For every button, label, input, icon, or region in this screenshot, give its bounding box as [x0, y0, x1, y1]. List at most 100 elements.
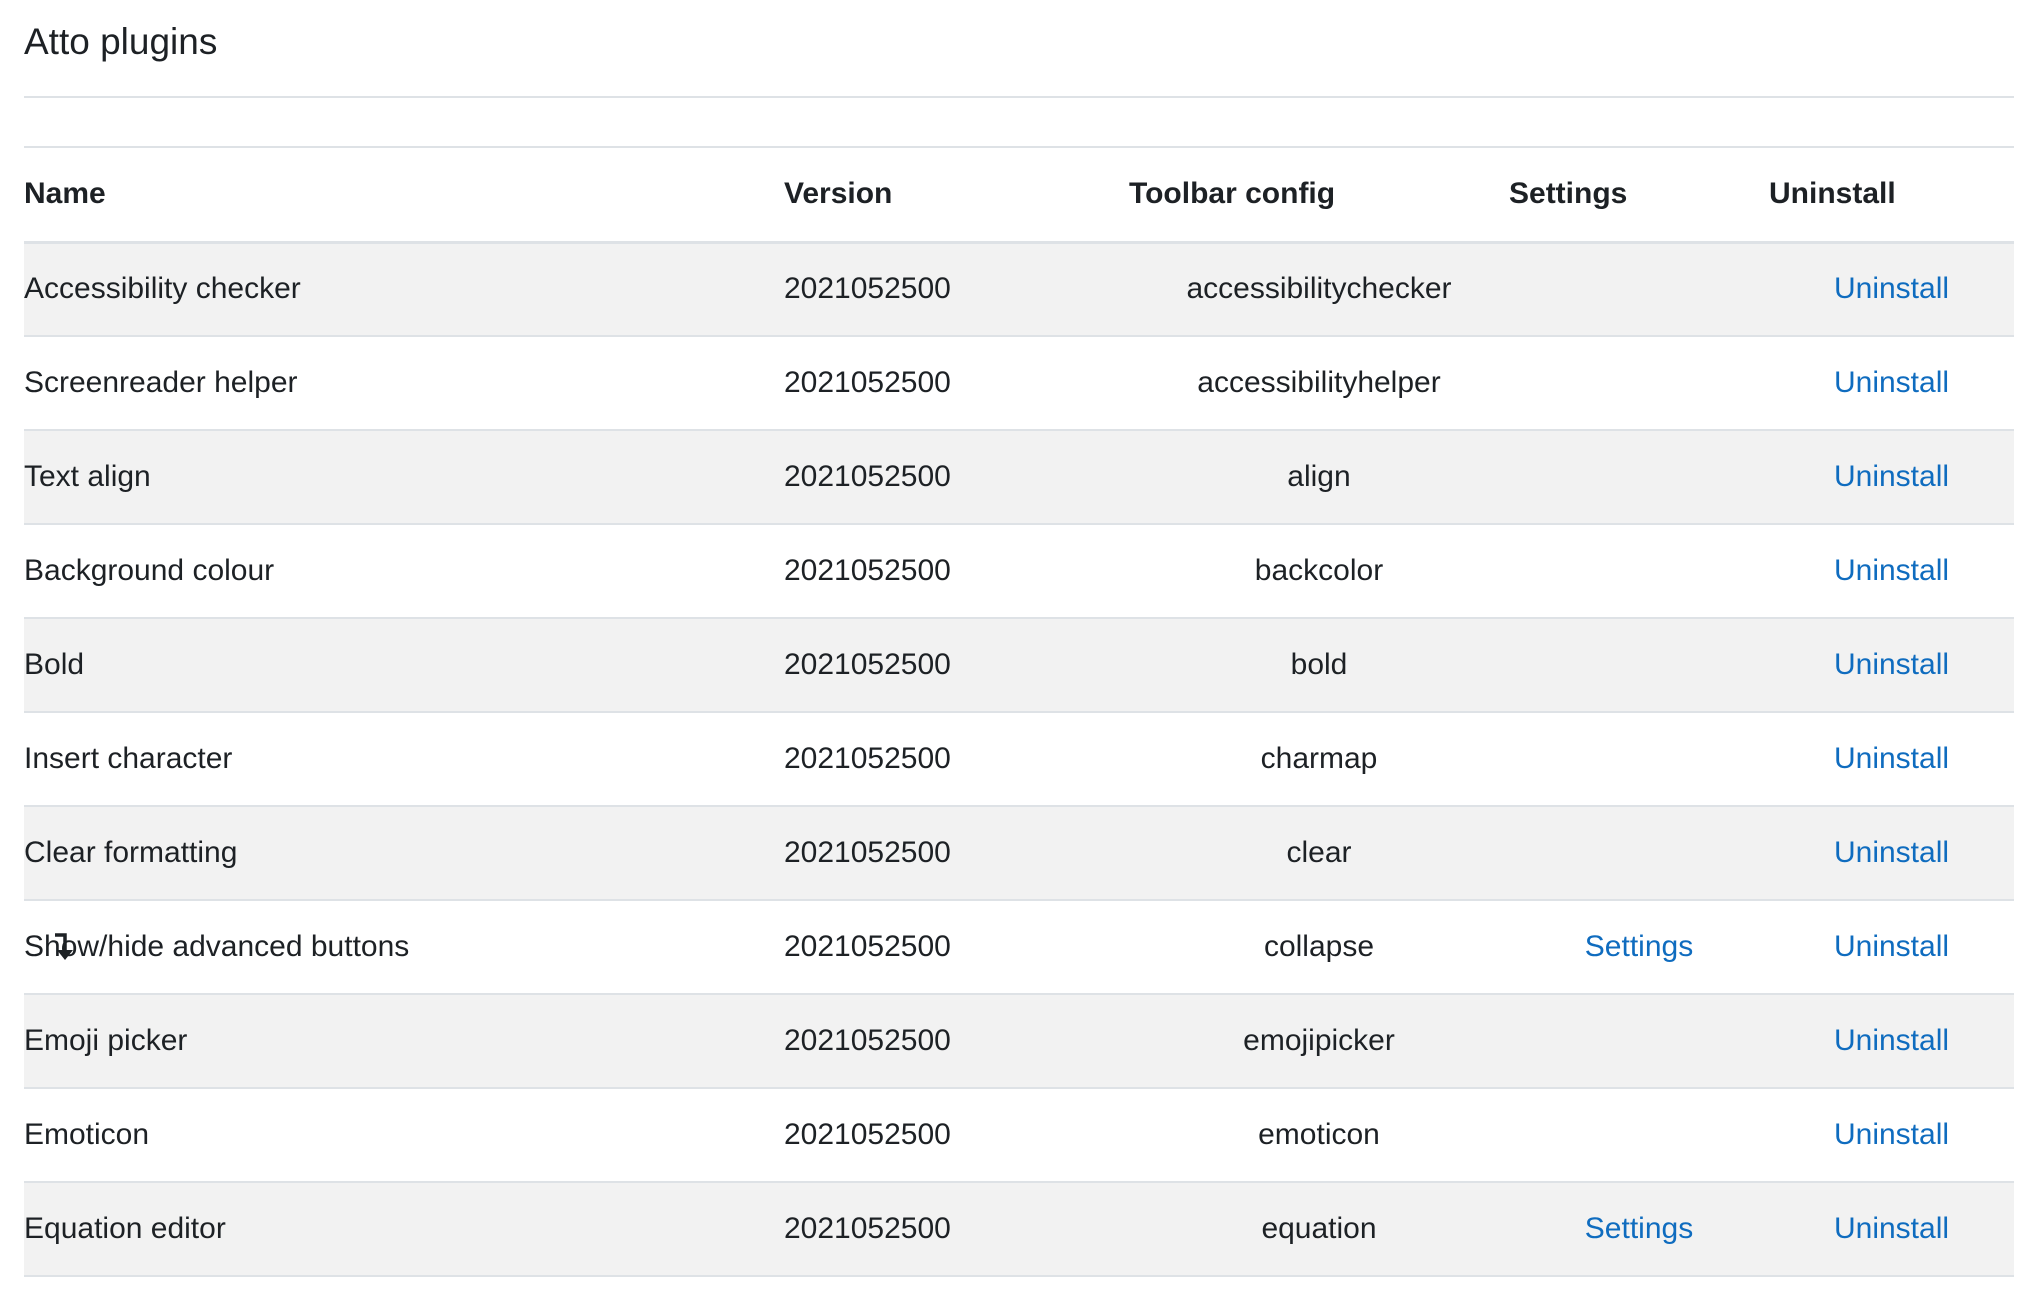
plugin-toolbar-config: accessibilitychecker: [1186, 272, 1452, 306]
plugin-settings-cell: Settings: [1509, 1182, 1769, 1276]
arrow-down-right-icon: [55, 933, 73, 960]
plugin-name: Emoji picker: [24, 1024, 188, 1057]
plugin-name-cell: Text align: [24, 430, 784, 524]
table-row: Screenreader helper 2021052500 accessibi…: [24, 336, 2014, 430]
plugin-version: 2021052500: [784, 836, 951, 869]
plugin-toolbar-config: accessibilityhelper: [1197, 366, 1441, 399]
plugin-settings-cell: [1509, 712, 1769, 806]
table-row: Accessibility checker 2021052500 accessi…: [24, 242, 2014, 336]
plugin-uninstall-cell: Uninstall: [1769, 430, 2014, 524]
column-header-version: Version: [784, 177, 893, 211]
table-row: Equation editor 2021052500 equation Sett…: [24, 1182, 2014, 1276]
plugin-version: 2021052500: [784, 366, 951, 399]
plugin-version: 2021052500: [784, 742, 951, 775]
plugin-name: Show/hide advanced buttons: [24, 930, 410, 963]
plugin-version: 2021052500: [784, 1024, 951, 1057]
uninstall-link[interactable]: Uninstall: [1834, 272, 1949, 305]
plugin-settings-cell: [1509, 994, 1769, 1088]
plugin-settings-cell: Settings: [1509, 900, 1769, 994]
plugin-uninstall-cell: Uninstall: [1769, 712, 2014, 806]
uninstall-link[interactable]: Uninstall: [1834, 460, 1949, 493]
plugin-version: 2021052500: [784, 648, 951, 681]
plugin-name-cell: Background colour: [24, 524, 784, 618]
plugin-toolbar-config: charmap: [1260, 742, 1378, 775]
column-header-settings: Settings: [1509, 177, 1628, 211]
title-divider: [24, 96, 2014, 98]
plugin-toolbar-config: align: [1287, 460, 1351, 493]
plugin-toolbar-config: equation: [1261, 1212, 1377, 1245]
settings-link[interactable]: Settings: [1585, 1212, 1693, 1245]
plugin-toolbar-config: collapse: [1263, 930, 1375, 963]
plugin-uninstall-cell: Uninstall: [1769, 1182, 2014, 1276]
plugin-uninstall-cell: Uninstall: [1769, 336, 2014, 430]
uninstall-link[interactable]: Uninstall: [1834, 1024, 1949, 1057]
plugin-settings-cell: [1509, 430, 1769, 524]
plugin-toolbar-config: clear: [1286, 836, 1352, 869]
table-row: Emoji picker 2021052500 emojipicker Unin…: [24, 994, 2014, 1088]
column-header-toolbar-config: Toolbar config: [1129, 177, 1336, 211]
plugin-name: Text align: [24, 460, 151, 493]
uninstall-link[interactable]: Uninstall: [1834, 366, 1949, 399]
uninstall-link[interactable]: Uninstall: [1834, 1212, 1949, 1245]
plugin-toolbar-config: bold: [1290, 648, 1348, 681]
plugin-toolbar-config: backcolor: [1254, 554, 1384, 587]
plugin-name: Emoticon: [24, 1118, 150, 1151]
plugin-uninstall-cell: Uninstall: [1769, 1088, 2014, 1182]
plugin-uninstall-cell: Uninstall: [1769, 994, 2014, 1088]
table-row: Insert character 2021052500 charmap Unin…: [24, 712, 2014, 806]
plugin-settings-cell: [1509, 336, 1769, 430]
plugin-settings-cell: [1509, 618, 1769, 712]
plugin-name-cell: Screenreader helper: [24, 336, 784, 430]
plugin-name-cell: Bold: [24, 618, 784, 712]
plugin-name: Screenreader helper: [24, 366, 298, 399]
uninstall-link[interactable]: Uninstall: [1834, 554, 1949, 587]
plugin-settings-cell: [1509, 242, 1769, 336]
plugins-table: Name Version Toolbar config Settings Uni…: [24, 146, 2014, 1277]
plugin-version: 2021052500: [784, 272, 951, 306]
plugin-version: 2021052500: [784, 930, 951, 963]
plugin-uninstall-cell: Uninstall: [1769, 806, 2014, 900]
plugin-name-cell: Accessibility checker: [24, 242, 784, 336]
uninstall-link[interactable]: Uninstall: [1834, 1118, 1949, 1151]
plugin-toolbar-config: emoticon: [1258, 1118, 1380, 1151]
plugin-uninstall-cell: Uninstall: [1769, 900, 2014, 994]
uninstall-link[interactable]: Uninstall: [1834, 742, 1949, 775]
table-row: Show/hide advanced buttons 2021052500 co…: [24, 900, 2014, 994]
plugin-settings-cell: [1509, 1088, 1769, 1182]
uninstall-link[interactable]: Uninstall: [1834, 930, 1949, 963]
atto-plugins-page: Atto plugins Name Version Toolbar config…: [0, 0, 2036, 1296]
plugin-name-cell: Show/hide advanced buttons: [24, 900, 784, 994]
uninstall-link[interactable]: Uninstall: [1834, 836, 1949, 869]
plugin-name: Accessibility checker: [24, 272, 301, 306]
plugin-uninstall-cell: Uninstall: [1769, 524, 2014, 618]
plugin-settings-cell: [1509, 806, 1769, 900]
plugins-table-body: Accessibility checker 2021052500 accessi…: [24, 242, 2014, 1276]
plugin-name-cell: Emoticon: [24, 1088, 784, 1182]
table-row: Bold 2021052500 bold Uninstall: [24, 618, 2014, 712]
plugin-name: Clear formatting: [24, 836, 238, 869]
plugin-name-cell: Equation editor: [24, 1182, 784, 1276]
plugin-version: 2021052500: [784, 1118, 951, 1151]
plugin-name-cell: Emoji picker: [24, 994, 784, 1088]
settings-link[interactable]: Settings: [1585, 930, 1693, 963]
plugin-name: Bold: [24, 648, 85, 681]
column-header-name: Name: [24, 177, 106, 211]
plugin-uninstall-cell: Uninstall: [1769, 242, 2014, 336]
table-row: Text align 2021052500 align Uninstall: [24, 430, 2014, 524]
page-title: Atto plugins: [24, 21, 218, 62]
plugin-settings-cell: [1509, 524, 1769, 618]
table-row: Emoticon 2021052500 emoticon Uninstall: [24, 1088, 2014, 1182]
plugin-version: 2021052500: [784, 554, 951, 587]
plugin-version: 2021052500: [784, 1212, 951, 1245]
table-row: Clear formatting 2021052500 clear Uninst…: [24, 806, 2014, 900]
plugin-name-cell: Clear formatting: [24, 806, 784, 900]
plugin-name-cell: Insert character: [24, 712, 784, 806]
plugin-uninstall-cell: Uninstall: [1769, 618, 2014, 712]
plugin-name: Insert character: [24, 742, 233, 775]
table-header-row: Name Version Toolbar config Settings Uni…: [24, 147, 2014, 242]
plugin-name: Background colour: [24, 554, 275, 587]
plugin-toolbar-config: emojipicker: [1243, 1024, 1395, 1057]
uninstall-link[interactable]: Uninstall: [1834, 648, 1949, 681]
column-header-uninstall: Uninstall: [1769, 177, 1896, 211]
plugin-version: 2021052500: [784, 460, 951, 493]
